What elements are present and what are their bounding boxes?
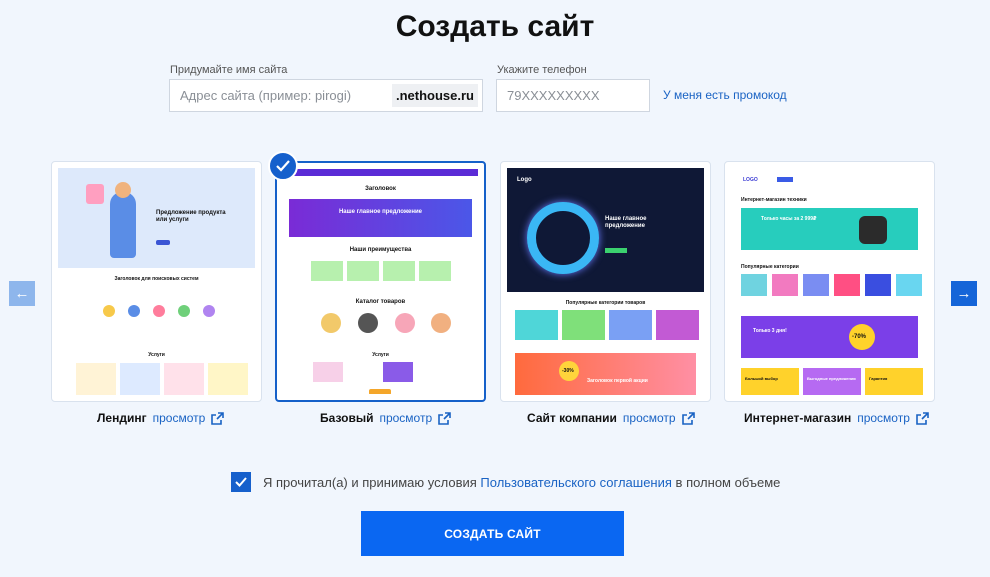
template-card-store[interactable]: LOGO Интернет-магазин техники Только час…: [724, 161, 935, 402]
template-card-company[interactable]: Logo Наше главное предложение Популярные…: [500, 161, 711, 402]
template-caption-company: Сайт компании просмотр: [527, 409, 695, 427]
preview-link[interactable]: просмотр: [857, 411, 910, 425]
thumb-logo: LOGO: [743, 177, 758, 183]
thumb-section-services: Услуги: [372, 352, 389, 358]
thumb-section: Заголовок для поисковых систем: [114, 276, 199, 282]
template-name: Сайт компании: [527, 411, 617, 425]
template-caption-basic: Базовый просмотр: [320, 409, 451, 427]
phone-label: Укажите телефон: [497, 64, 587, 76]
agreement-text: Я прочитал(а) и принимаю условия Пользов…: [263, 475, 780, 490]
site-name-label: Придумайте имя сайта: [170, 64, 288, 76]
thumb-footer-section: Услуги: [148, 352, 165, 358]
checkmark-icon: [235, 477, 247, 487]
agreement-checkbox[interactable]: [231, 472, 251, 492]
thumb-tile-3: Гарантия: [869, 376, 888, 381]
preview-link[interactable]: просмотр: [623, 411, 676, 425]
page-title: Создать сайт: [395, 10, 595, 43]
agreement-prefix: Я прочитал(а) и принимаю условия: [263, 475, 477, 490]
thumb-promo-badge: -70%: [852, 334, 867, 340]
agreement-suffix: в полном объеме: [675, 475, 781, 490]
template-thumbnail: Заголовок Наше главное предложение Наши …: [283, 169, 478, 394]
template-thumbnail: Предложение продукта или услуги Заголово…: [58, 168, 255, 395]
template-caption-landing: Лендинг просмотр: [97, 409, 225, 427]
external-link-icon[interactable]: [681, 411, 695, 425]
site-name-placeholder: Адрес сайта (пример: pirogi): [180, 88, 352, 103]
thumb-headline: Предложение продукта или услуги: [156, 210, 226, 223]
thumb-tile-1: Большой выбор: [745, 376, 778, 381]
template-thumbnail: Logo Наше главное предложение Популярные…: [507, 168, 704, 395]
external-link-icon[interactable]: [916, 411, 929, 425]
phone-input[interactable]: 79XXXXXXXXX: [496, 79, 650, 112]
domain-suffix: .nethouse.ru: [391, 84, 478, 107]
external-link-icon[interactable]: [438, 411, 451, 425]
selected-checkmark-icon: [268, 151, 298, 181]
template-card-basic[interactable]: Заголовок Наше главное предложение Наши …: [275, 161, 486, 402]
external-link-icon[interactable]: [211, 411, 225, 425]
phone-placeholder: 79XXXXXXXXX: [507, 88, 600, 103]
create-site-button[interactable]: СОЗДАТЬ САЙТ: [361, 511, 624, 556]
template-card-landing[interactable]: Предложение продукта или услуги Заголово…: [51, 161, 262, 402]
template-name: Интернет-магазин: [744, 411, 852, 425]
template-thumbnail: LOGO Интернет-магазин техники Только час…: [731, 168, 928, 395]
thumb-banner: Наше главное предложение: [338, 209, 423, 215]
arrow-left-icon: ←: [14, 285, 30, 302]
promo-code-link[interactable]: У меня есть промокод: [663, 88, 787, 102]
site-name-input[interactable]: Адрес сайта (пример: pirogi) .nethouse.r…: [169, 79, 483, 112]
template-name: Лендинг: [97, 411, 147, 425]
carousel-prev-button[interactable]: ←: [9, 281, 35, 306]
carousel-next-button[interactable]: →: [951, 281, 977, 306]
thumb-heading: Интернет-магазин техники: [741, 197, 807, 203]
thumb-section-advantages: Наши преимущества: [349, 247, 412, 253]
thumb-promo-text: Заголовок первой акции: [587, 378, 648, 384]
thumb-banner: Наше главное предложение: [605, 216, 647, 229]
arrow-right-icon: →: [956, 285, 972, 302]
thumb-promo-badge: -30%: [562, 368, 574, 374]
thumb-tile-2: Выгодные предложения: [807, 376, 856, 381]
thumb-promo-title: Только 3 дня!: [753, 328, 787, 334]
preview-link[interactable]: просмотр: [153, 411, 206, 425]
thumb-header: Заголовок: [365, 186, 396, 192]
user-agreement-link[interactable]: Пользовательского соглашения: [480, 475, 672, 490]
thumb-section: Популярные категории: [741, 264, 799, 270]
thumb-banner: Только часы за 2 999₽: [761, 216, 817, 222]
thumb-section-catalog: Каталог товаров: [355, 299, 406, 305]
preview-link[interactable]: просмотр: [379, 411, 432, 425]
thumb-section: Популярные категории товаров: [565, 300, 646, 306]
template-name: Базовый: [320, 411, 374, 425]
template-caption-store: Интернет-магазин просмотр: [744, 409, 929, 427]
thumb-logo: Logo: [517, 177, 532, 183]
